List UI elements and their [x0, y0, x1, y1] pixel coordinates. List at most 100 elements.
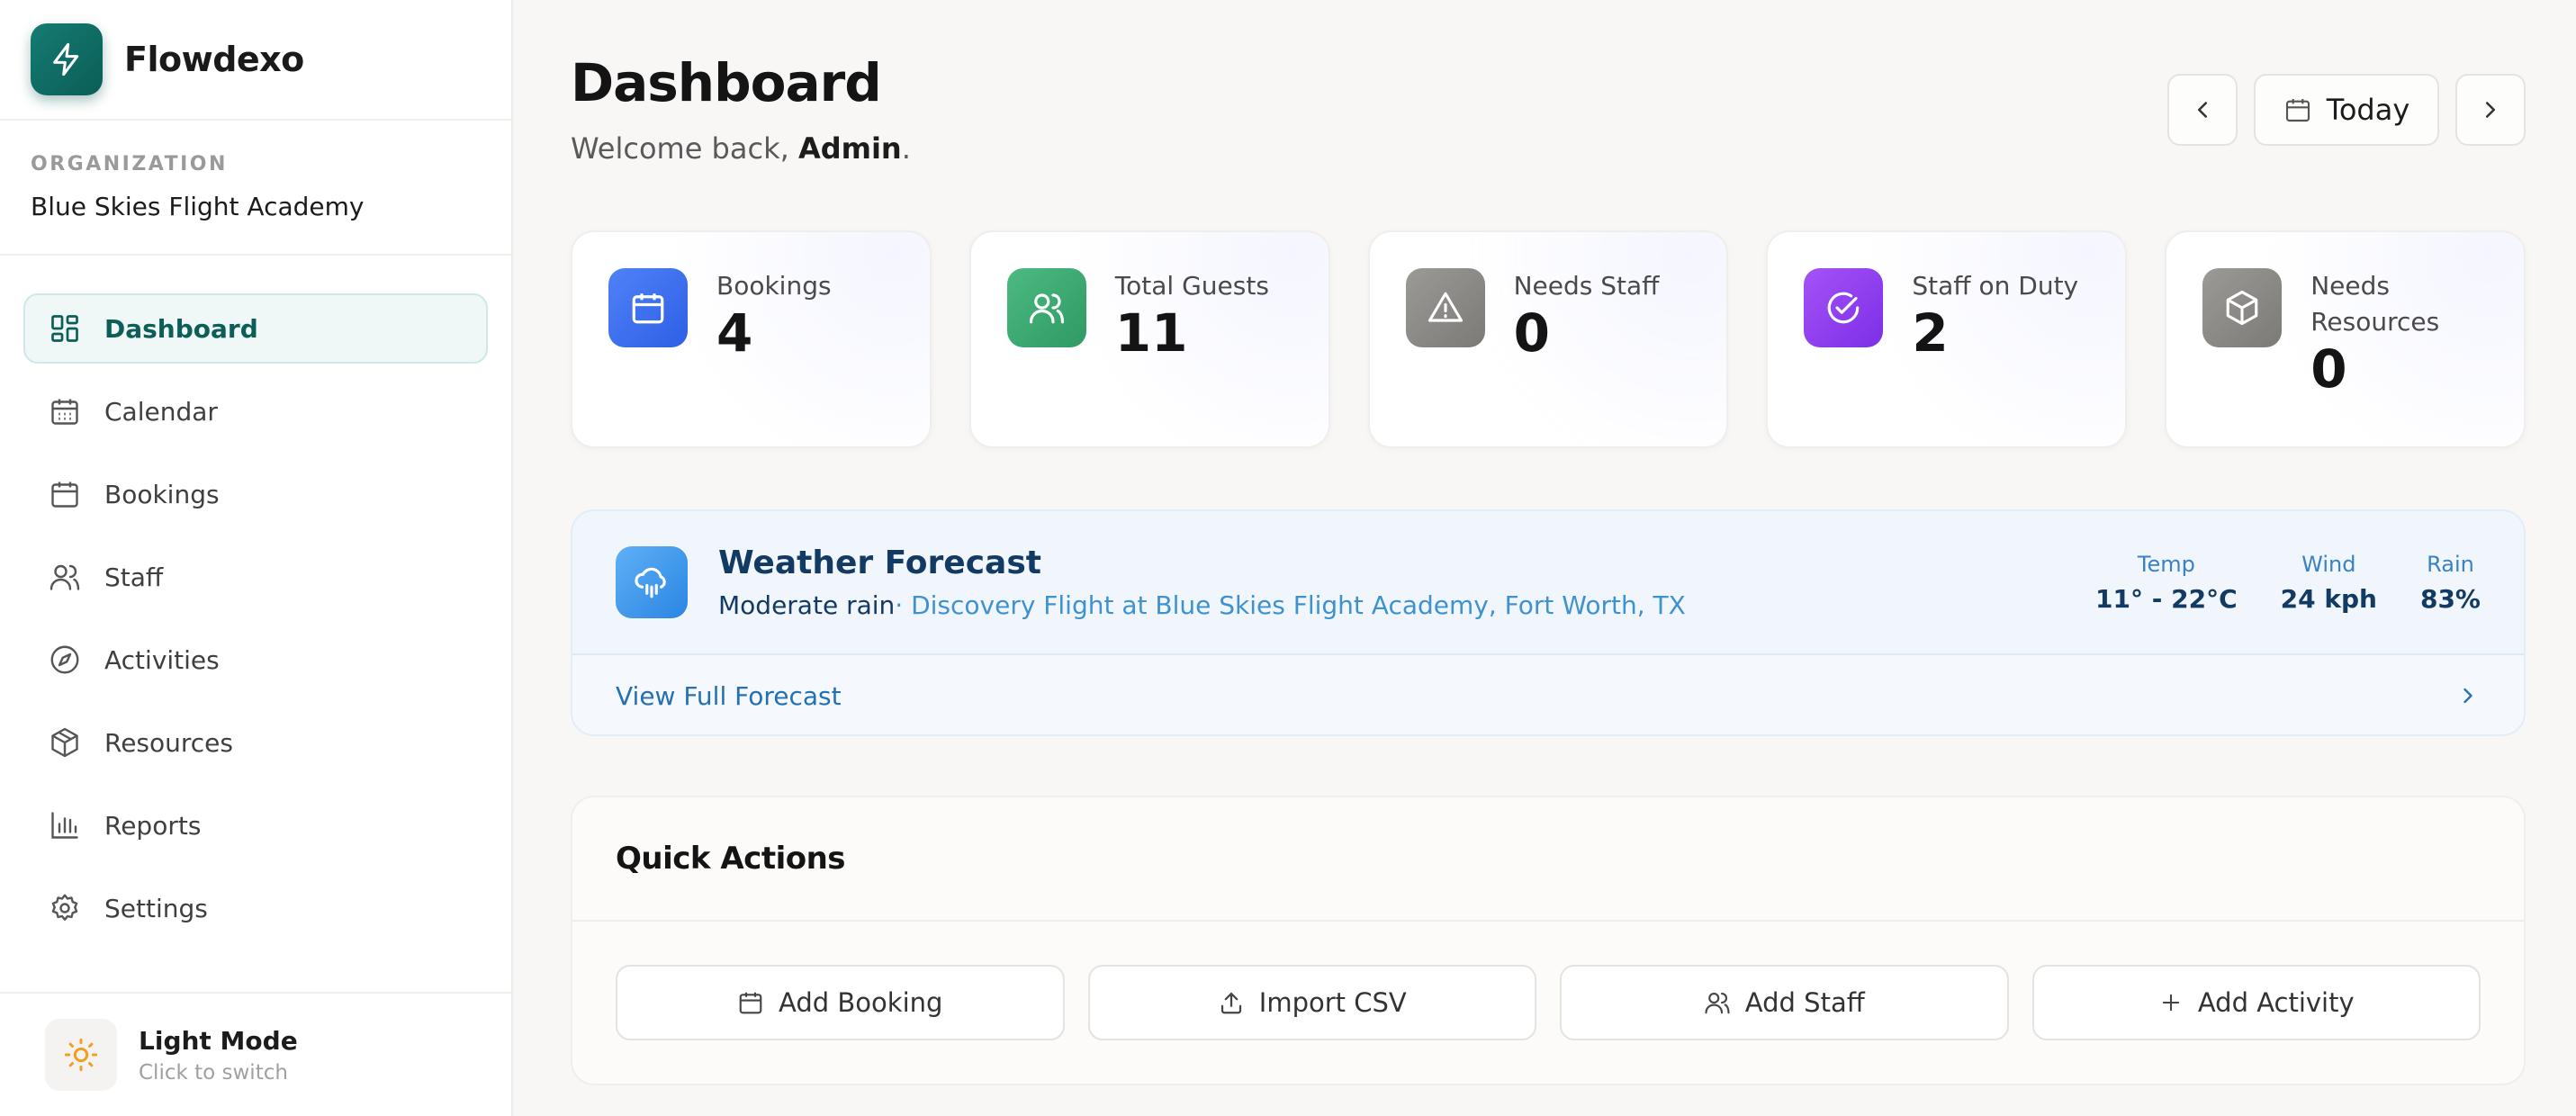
- calendar-icon: [608, 268, 688, 347]
- sidebar-item-resources[interactable]: Resources: [23, 707, 488, 778]
- page-title: Dashboard: [571, 52, 882, 113]
- sidebar-item-staff[interactable]: Staff: [23, 542, 488, 612]
- weather-condition: Moderate rain: [718, 590, 896, 620]
- previous-day-button[interactable]: [2167, 74, 2238, 146]
- chevron-left-icon: [2189, 96, 2216, 123]
- metric-wind: Wind 24 kph: [2281, 552, 2377, 614]
- sidebar-item-reports[interactable]: Reports: [23, 790, 488, 860]
- sidebar-item-activities[interactable]: Activities: [23, 625, 488, 695]
- metric-value: 24 kph: [2280, 583, 2377, 614]
- stat-label: Total Guests: [1114, 271, 1269, 301]
- cloud-rain-icon: [616, 546, 688, 618]
- sidebar: Flowdexo ORGANIZATION Blue Skies Flight …: [0, 0, 513, 1116]
- add-booking-label: Add Booking: [779, 987, 943, 1018]
- add-activity-button[interactable]: Add Activity: [2031, 965, 2481, 1040]
- date-navigation: Today: [2167, 74, 2526, 146]
- stat-text: Bookings 4: [716, 268, 832, 446]
- theme-toggle-text: Light Mode Click to switch: [139, 1026, 298, 1084]
- quick-actions-card: Quick Actions Add Booking Import CSV Add…: [571, 796, 2526, 1085]
- stat-value: 0: [1513, 302, 1550, 364]
- add-activity-label: Add Activity: [2197, 987, 2355, 1018]
- sidebar-item-label: Calendar: [104, 396, 218, 427]
- organization-section: ORGANIZATION Blue Skies Flight Academy: [0, 121, 511, 256]
- weather-location: · Discovery Flight at Blue Skies Flight …: [895, 590, 1686, 620]
- stat-card-staff-on-duty[interactable]: Staff on Duty 2: [1766, 230, 2128, 448]
- bolt-icon[interactable]: [31, 23, 103, 95]
- import-csv-label: Import CSV: [1258, 987, 1407, 1018]
- stat-value: 2: [1912, 302, 1949, 364]
- add-staff-button[interactable]: Add Staff: [1560, 965, 2009, 1040]
- add-booking-button[interactable]: Add Booking: [616, 965, 1065, 1040]
- stat-label: Bookings: [716, 271, 832, 301]
- chevron-right-icon: [2455, 683, 2481, 708]
- import-csv-button[interactable]: Import CSV: [1087, 965, 1536, 1040]
- brand: Flowdexo: [0, 0, 511, 121]
- calendar-icon: [2283, 95, 2312, 124]
- compass-icon: [47, 642, 83, 678]
- sun-icon: [45, 1019, 117, 1091]
- stat-label: Staff on Duty: [1912, 271, 2079, 301]
- dashboard-icon: [47, 310, 83, 346]
- sidebar-item-calendar[interactable]: Calendar: [23, 376, 488, 446]
- stat-text: Needs Staff 0: [1514, 268, 1660, 446]
- theme-toggle-title: Light Mode: [139, 1025, 298, 1056]
- metric-value: 83%: [2419, 583, 2481, 614]
- check-circle-icon: [1804, 268, 1884, 347]
- package-icon: [2202, 268, 2283, 347]
- welcome-prefix: Welcome back,: [571, 131, 798, 166]
- bookings-icon: [47, 476, 83, 512]
- stat-card-needs-resources[interactable]: Needs Resources 0: [2165, 230, 2526, 448]
- stat-card-needs-staff[interactable]: Needs Staff 0: [1367, 230, 1729, 448]
- calendar-icon: [47, 393, 83, 429]
- stat-card-total-guests[interactable]: Total Guests 11: [968, 230, 1330, 448]
- today-label: Today: [2326, 93, 2410, 127]
- theme-toggle-subtitle: Click to switch: [139, 1060, 288, 1084]
- view-full-forecast-link[interactable]: View Full Forecast: [616, 681, 842, 711]
- chevron-right-icon: [2477, 96, 2504, 123]
- view-forecast-row[interactable]: View Full Forecast: [572, 655, 2524, 734]
- metric-value: 11° - 22°C: [2095, 583, 2238, 614]
- metric-label: Rain: [2427, 551, 2474, 577]
- weather-metrics: Temp 11° - 22°C Wind 24 kph Rain 83%: [2095, 552, 2481, 614]
- package-icon: [47, 724, 83, 760]
- stat-label: Needs Staff: [1513, 271, 1660, 301]
- next-day-button[interactable]: [2455, 74, 2526, 146]
- weather-forecast-card: Weather Forecast Moderate rain· Discover…: [571, 509, 2526, 736]
- sidebar-item-label: Settings: [104, 893, 208, 923]
- welcome-user: Admin: [797, 131, 902, 166]
- sidebar-item-label: Reports: [104, 810, 202, 841]
- weather-summary: Weather Forecast Moderate rain· Discover…: [572, 511, 2524, 655]
- calendar-icon: [737, 989, 764, 1016]
- stats-row: Bookings 4 Total Guests 11 Needs Staff 0: [571, 230, 2526, 448]
- organization-name[interactable]: Blue Skies Flight Academy: [31, 192, 511, 221]
- staff-icon: [47, 559, 83, 595]
- sidebar-item-bookings[interactable]: Bookings: [23, 459, 488, 529]
- sidebar-item-settings[interactable]: Settings: [23, 873, 488, 943]
- quick-actions-buttons: Add Booking Import CSV Add Staff Add Act…: [572, 922, 2524, 1040]
- stat-value: 0: [2310, 338, 2347, 400]
- upload-icon: [1218, 989, 1245, 1016]
- gear-icon: [47, 890, 83, 926]
- sidebar-item-label: Activities: [104, 644, 220, 675]
- sidebar-item-label: Resources: [104, 727, 233, 758]
- sidebar-item-label: Bookings: [104, 479, 220, 509]
- theme-toggle[interactable]: Light Mode Click to switch: [0, 992, 511, 1116]
- sidebar-item-label: Staff: [104, 562, 164, 592]
- today-button[interactable]: Today: [2254, 74, 2439, 146]
- sidebar-item-label: Dashboard: [104, 313, 258, 344]
- sidebar-item-dashboard[interactable]: Dashboard: [23, 293, 488, 364]
- welcome-message: Welcome back, Admin.: [571, 131, 911, 166]
- stat-value: 4: [716, 302, 753, 364]
- stat-value: 11: [1114, 302, 1188, 364]
- users-icon: [1704, 989, 1731, 1016]
- quick-actions-title: Quick Actions: [616, 841, 846, 877]
- metric-rain: Rain 83%: [2420, 552, 2481, 614]
- weather-description: Moderate rain· Discovery Flight at Blue …: [718, 590, 2095, 620]
- stat-label: Needs Resources: [2310, 271, 2440, 337]
- stat-text: Staff on Duty 2: [1912, 268, 2078, 446]
- quick-actions-header: Quick Actions: [572, 797, 2524, 922]
- metric-label: Wind: [2301, 551, 2356, 577]
- weather-title: Weather Forecast: [718, 544, 1041, 581]
- stat-card-bookings[interactable]: Bookings 4: [571, 230, 932, 448]
- stat-text: Total Guests 11: [1115, 268, 1269, 446]
